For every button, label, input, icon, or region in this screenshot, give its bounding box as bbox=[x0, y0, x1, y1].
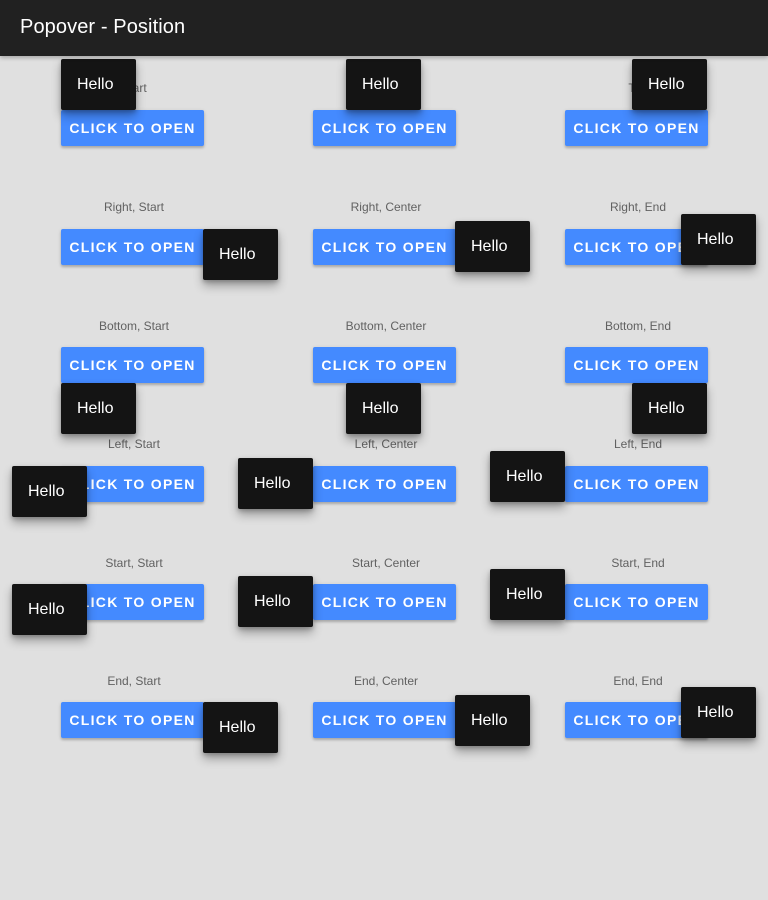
caption: Start, End bbox=[611, 556, 665, 570]
popover: Hello bbox=[681, 687, 756, 738]
caption: Start, Start bbox=[105, 556, 163, 570]
popover: Hello bbox=[455, 221, 530, 272]
caption: End, End bbox=[613, 674, 663, 688]
open-popover-button[interactable]: CLICK TO OPEN bbox=[565, 110, 708, 146]
popover: Hello bbox=[203, 702, 278, 753]
popover: Hello bbox=[238, 576, 313, 627]
popover: Hello bbox=[238, 458, 313, 509]
open-popover-button[interactable]: CLICK TO OPEN bbox=[61, 347, 204, 383]
open-popover-button[interactable]: CLICK TO OPEN bbox=[313, 229, 456, 265]
open-popover-button[interactable]: CLICK TO OPEN bbox=[313, 347, 456, 383]
open-popover-button[interactable]: CLICK TO OPEN bbox=[313, 466, 456, 502]
popover: Hello bbox=[346, 383, 421, 434]
open-popover-button[interactable]: CLICK TO OPEN bbox=[61, 702, 204, 738]
caption: End, Center bbox=[353, 674, 419, 688]
popover: Hello bbox=[61, 59, 136, 110]
open-popover-button[interactable]: CLICK TO OPEN bbox=[565, 347, 708, 383]
caption: Right, Start bbox=[103, 200, 165, 214]
caption: Bottom, Start bbox=[98, 319, 170, 333]
caption: Bottom, End bbox=[604, 319, 672, 333]
demo-grid: Start Top CLICK TO OPEN CLICK TO OPEN CL… bbox=[0, 56, 768, 900]
popover: Hello bbox=[632, 383, 707, 434]
caption: Right, Center bbox=[350, 200, 422, 214]
popover: Hello bbox=[632, 59, 707, 110]
popover: Hello bbox=[681, 214, 756, 265]
caption: Start, Center bbox=[351, 556, 421, 570]
popover: Hello bbox=[203, 229, 278, 280]
popover: Hello bbox=[12, 584, 87, 635]
open-popover-button[interactable]: CLICK TO OPEN bbox=[565, 466, 708, 502]
app-toolbar: Popover - Position bbox=[0, 0, 768, 56]
open-popover-button[interactable]: CLICK TO OPEN bbox=[313, 584, 456, 620]
page-title: Popover - Position bbox=[20, 16, 186, 38]
caption: Left, Start bbox=[107, 437, 161, 451]
popover: Hello bbox=[12, 466, 87, 517]
caption: Bottom, Center bbox=[345, 319, 427, 333]
open-popover-button[interactable]: CLICK TO OPEN bbox=[313, 702, 456, 738]
popover: Hello bbox=[61, 383, 136, 434]
open-popover-button[interactable]: CLICK TO OPEN bbox=[61, 110, 204, 146]
popover: Hello bbox=[455, 695, 530, 746]
open-popover-button[interactable]: CLICK TO OPEN bbox=[61, 229, 204, 265]
open-popover-button[interactable]: CLICK TO OPEN bbox=[313, 110, 456, 146]
caption: Left, End bbox=[613, 437, 663, 451]
popover: Hello bbox=[346, 59, 421, 110]
caption: End, Start bbox=[107, 674, 161, 688]
open-popover-button[interactable]: CLICK TO OPEN bbox=[565, 584, 708, 620]
caption: Right, End bbox=[609, 200, 667, 214]
caption: Left, Center bbox=[354, 437, 418, 451]
popover: Hello bbox=[490, 451, 565, 502]
popover: Hello bbox=[490, 569, 565, 620]
